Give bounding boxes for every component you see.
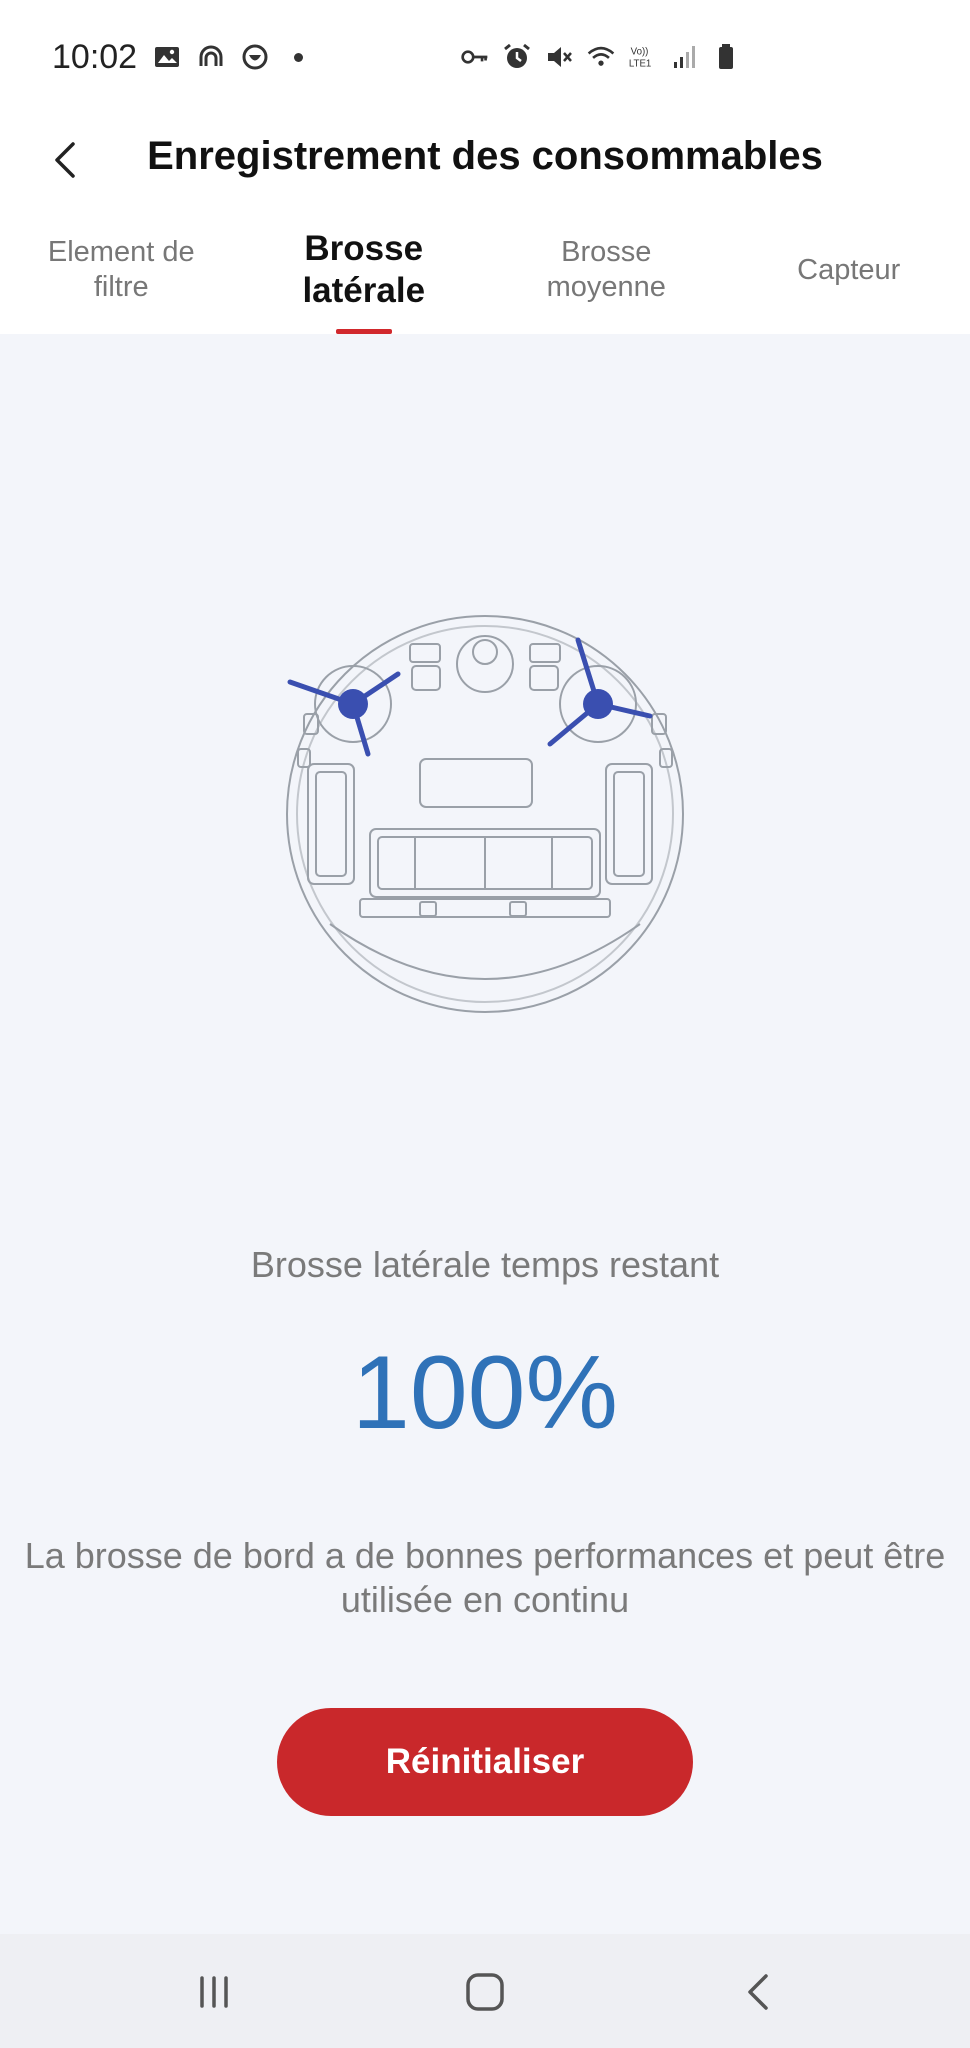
nav-back-button[interactable] (728, 1964, 788, 2020)
back-icon (748, 1974, 768, 2010)
tab-label: Brosse latérale (302, 229, 426, 310)
remaining-time-label: Brosse latérale temps restant (250, 1244, 720, 1285)
app-header: Enregistrement des consommables (0, 100, 970, 220)
page-title: Enregistrement des consommables (147, 134, 823, 178)
reset-button[interactable]: Réinitialiser (277, 1708, 693, 1816)
recent-apps-icon (200, 1976, 228, 2008)
shield-check-icon (242, 44, 268, 70)
headphones-icon (199, 45, 223, 66)
mute-icon (548, 47, 572, 67)
tab-label: Element de filtre (47, 236, 195, 303)
tab-label: Capteur (797, 253, 901, 286)
tab-label: Brosse moyenne (546, 236, 666, 303)
alarm-icon (504, 43, 530, 68)
robot-vacuum-bottom-view-illustration (286, 615, 684, 1013)
signal-icon (674, 46, 695, 68)
remaining-percent-value: 100% (352, 1335, 618, 1451)
svg-text:Vo)): Vo)) (631, 46, 649, 57)
svg-text:LTE1: LTE1 (629, 59, 651, 70)
status-right-icons: Vo)) LTE1 (460, 42, 742, 72)
recent-apps-button[interactable] (184, 1964, 244, 2020)
tab-sensor[interactable]: Capteur (728, 220, 970, 334)
volte-icon: Vo)) LTE1 (629, 46, 651, 70)
consumables-tabs: Element de filtre Brosse latérale Brosse… (0, 220, 970, 334)
dot-icon (294, 52, 303, 62)
image-icon (155, 47, 179, 67)
status-left-icons (152, 42, 303, 72)
tab-main-brush[interactable]: Brosse moyenne (485, 220, 728, 334)
home-icon (466, 1973, 504, 2011)
main-content: Brosse latérale temps restant 100% La br… (0, 334, 970, 1934)
battery-icon (719, 44, 733, 69)
tab-filter-element[interactable]: Element de filtre (0, 220, 243, 334)
wifi-icon (587, 46, 615, 66)
key-icon (461, 50, 488, 64)
status-description: La brosse de bord a de bonnes performanc… (24, 1535, 946, 1620)
status-time: 10:02 (52, 38, 138, 76)
system-nav-bar (0, 1934, 970, 2048)
home-button[interactable] (455, 1964, 515, 2020)
tab-side-brush[interactable]: Brosse latérale (243, 220, 486, 334)
